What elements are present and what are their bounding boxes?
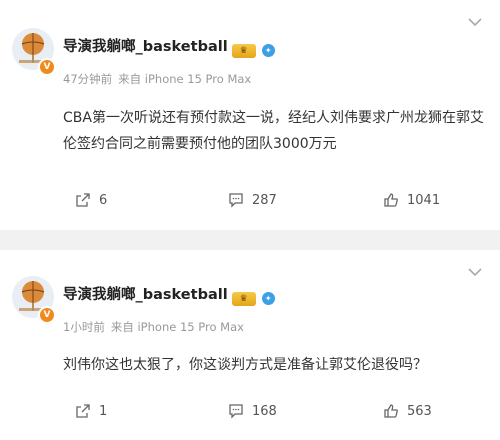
comment-count: 168	[252, 403, 277, 419]
member-badge-icon: ♛	[231, 292, 256, 306]
like-count: 1041	[407, 192, 441, 208]
verified-v-icon: V	[38, 58, 56, 76]
comment-button[interactable]: 287	[228, 192, 277, 208]
post-meta: 47分钟前 来自 iPhone 15 Pro Max	[63, 71, 251, 87]
share-button[interactable]: 6	[75, 192, 107, 208]
post-text: 刘伟你这也太狠了，你这谈判方式是准备让郭艾伦退役吗？	[63, 357, 427, 373]
author-name[interactable]: 导演我躺啷_basketball ♛ ✦	[63, 35, 275, 58]
share-count: 6	[99, 192, 108, 208]
like-icon	[384, 404, 398, 418]
share-icon	[76, 193, 90, 207]
certification-icon: ✦	[261, 44, 275, 57]
like-count: 563	[407, 403, 432, 419]
post-meta: 1小时前 来自 iPhone 15 Pro Max	[63, 319, 244, 335]
share-button[interactable]: 1	[75, 403, 107, 419]
member-badge-icon: ♛	[231, 44, 256, 58]
author-name-text[interactable]: 导演我躺啷_basketball	[63, 287, 228, 303]
like-icon	[384, 193, 398, 207]
like-button[interactable]: 1041	[383, 192, 440, 208]
comment-button[interactable]: 168	[228, 403, 277, 419]
like-button[interactable]: 563	[383, 403, 432, 419]
comment-count: 287	[252, 192, 277, 208]
comment-icon	[229, 404, 243, 419]
author-name[interactable]: 导演我躺啷_basketball ♛ ✦	[63, 283, 275, 306]
chevron-down-icon[interactable]	[468, 18, 482, 26]
weibo-post: V 导演我躺啷_basketball ♛ ✦ 47分钟前 来自 iPhone 15 P…	[0, 0, 500, 230]
post-source: 来自 iPhone 15 Pro Max	[118, 72, 252, 86]
chevron-down-icon[interactable]	[468, 268, 482, 276]
author-name-text[interactable]: 导演我躺啷_basketball	[63, 39, 228, 55]
certification-icon: ✦	[261, 292, 275, 305]
share-icon	[76, 404, 90, 418]
comment-icon	[229, 193, 243, 208]
post-time: 47分钟前	[63, 72, 113, 86]
verified-v-icon: V	[38, 306, 56, 324]
post-time: 1小时前	[63, 320, 105, 334]
share-count: 1	[99, 403, 108, 419]
post-text: CBA第一次听说还有预付款这一说，经纪人刘伟要求广州龙狮在郭艾伦签约合同之前需要…	[63, 110, 484, 152]
post-source: 来自 iPhone 15 Pro Max	[110, 320, 244, 334]
